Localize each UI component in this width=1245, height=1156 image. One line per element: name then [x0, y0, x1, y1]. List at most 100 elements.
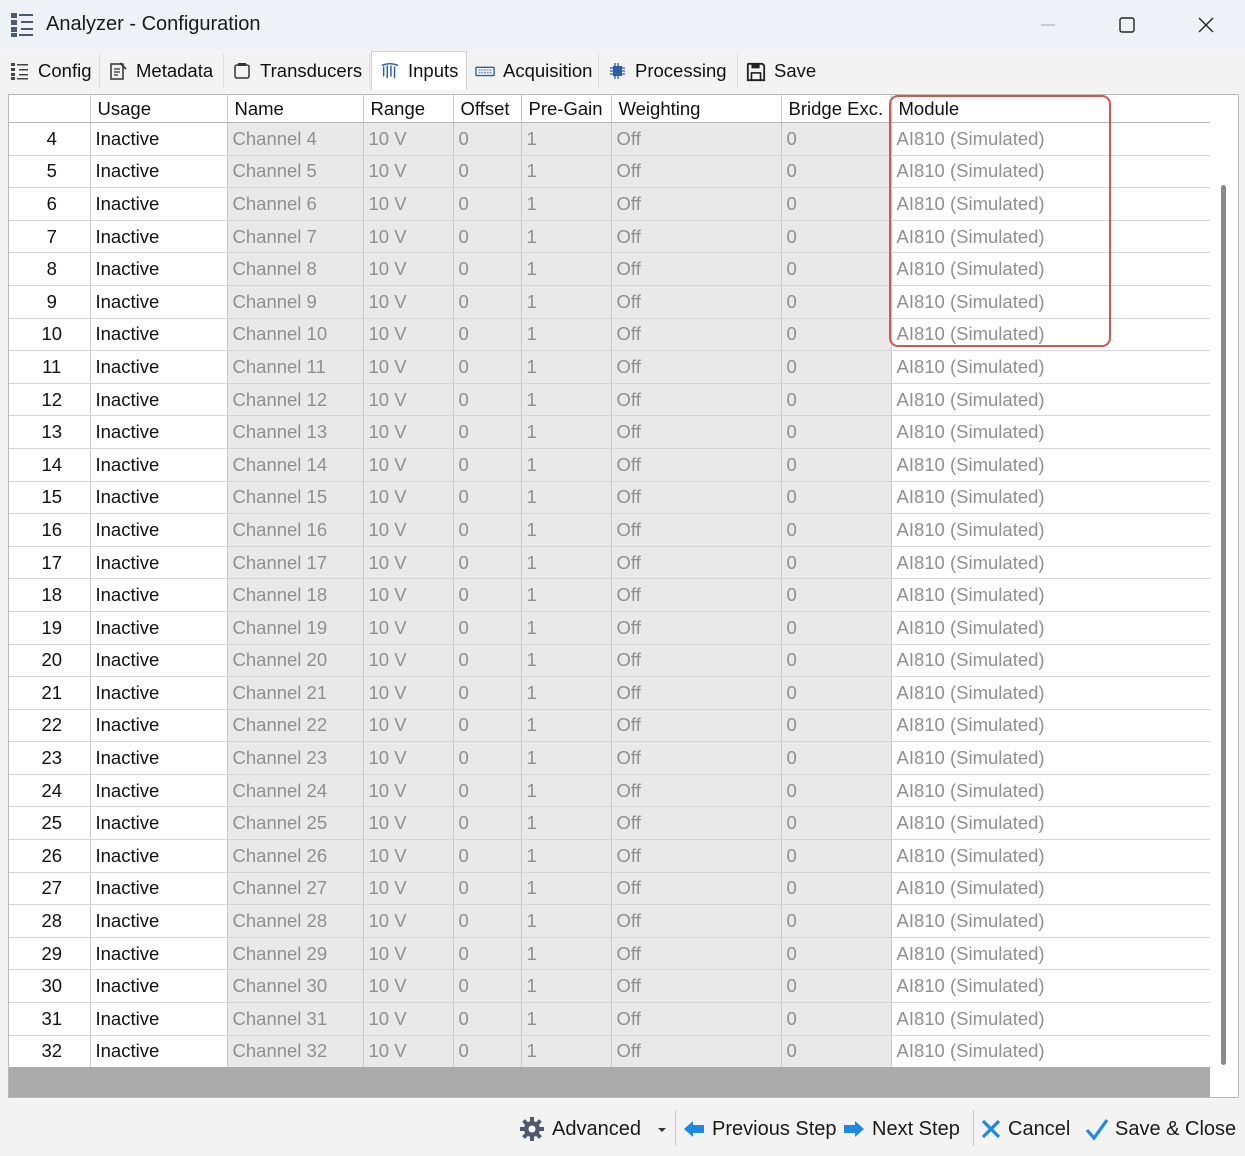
usage-cell[interactable]: Inactive: [90, 578, 228, 612]
name-cell[interactable]: Channel 6: [227, 187, 364, 221]
usage-cell[interactable]: Inactive: [90, 350, 228, 384]
pregain-cell[interactable]: 1: [521, 155, 612, 189]
weighting-cell[interactable]: Off: [611, 1035, 782, 1069]
range-cell[interactable]: 10 V: [363, 122, 454, 156]
offset-cell[interactable]: 0: [453, 741, 522, 775]
usage-cell[interactable]: Inactive: [90, 285, 228, 319]
offset-cell[interactable]: 0: [453, 578, 522, 612]
weighting-cell[interactable]: Off: [611, 741, 782, 775]
column-header-usage[interactable]: Usage: [90, 95, 228, 123]
name-cell[interactable]: Channel 13: [227, 415, 364, 449]
bridge-exc-cell[interactable]: 0: [781, 839, 892, 873]
module-cell[interactable]: AI810 (Simulated): [891, 350, 1211, 384]
usage-cell[interactable]: Inactive: [90, 187, 228, 221]
pregain-cell[interactable]: 1: [521, 220, 612, 254]
usage-cell[interactable]: Inactive: [90, 1002, 228, 1036]
weighting-cell[interactable]: Off: [611, 806, 782, 841]
weighting-cell[interactable]: Off: [611, 937, 782, 971]
save-close-button[interactable]: Save & Close: [1085, 1112, 1236, 1146]
bridge-exc-cell[interactable]: 0: [781, 872, 892, 906]
weighting-cell[interactable]: Off: [611, 578, 782, 612]
pregain-cell[interactable]: 1: [521, 904, 612, 938]
range-cell[interactable]: 10 V: [363, 546, 454, 580]
weighting-cell[interactable]: Off: [611, 415, 782, 449]
offset-cell[interactable]: 0: [453, 774, 522, 808]
offset-cell[interactable]: 0: [453, 448, 522, 482]
module-cell[interactable]: AI810 (Simulated): [891, 383, 1211, 417]
usage-cell[interactable]: Inactive: [90, 872, 228, 906]
pregain-cell[interactable]: 1: [521, 448, 612, 482]
table-row[interactable]: 32 Inactive Channel 32 10 V 0 1 Off 0 AI810 (Sim…: [9, 1035, 1211, 1069]
bridge-exc-cell[interactable]: 0: [781, 122, 892, 156]
bridge-exc-cell[interactable]: 0: [781, 644, 892, 678]
offset-cell[interactable]: 0: [453, 904, 522, 938]
range-cell[interactable]: 10 V: [363, 644, 454, 678]
bridge-exc-cell[interactable]: 0: [781, 350, 892, 384]
offset-cell[interactable]: 0: [453, 285, 522, 319]
offset-cell[interactable]: 0: [453, 839, 522, 873]
weighting-cell[interactable]: Off: [611, 481, 782, 515]
usage-cell[interactable]: Inactive: [90, 318, 228, 352]
range-cell[interactable]: 10 V: [363, 285, 454, 319]
bridge-exc-cell[interactable]: 0: [781, 969, 892, 1004]
range-cell[interactable]: 10 V: [363, 774, 454, 808]
bridge-exc-cell[interactable]: 0: [781, 937, 892, 971]
usage-cell[interactable]: Inactive: [90, 839, 228, 873]
column-header-range[interactable]: Range: [363, 95, 454, 123]
offset-cell[interactable]: 0: [453, 969, 522, 1004]
name-cell[interactable]: Channel 9: [227, 285, 364, 319]
weighting-cell[interactable]: Off: [611, 122, 782, 156]
bridge-exc-cell[interactable]: 0: [781, 513, 892, 547]
bridge-exc-cell[interactable]: 0: [781, 383, 892, 417]
usage-cell[interactable]: Inactive: [90, 448, 228, 482]
range-cell[interactable]: 10 V: [363, 448, 454, 482]
bridge-exc-cell[interactable]: 0: [781, 481, 892, 515]
offset-cell[interactable]: 0: [453, 546, 522, 580]
usage-cell[interactable]: Inactive: [90, 513, 228, 547]
bridge-exc-cell[interactable]: 0: [781, 1002, 892, 1036]
range-cell[interactable]: 10 V: [363, 578, 454, 612]
advanced-button[interactable]: Advanced: [518, 1112, 641, 1146]
pregain-cell[interactable]: 1: [521, 1035, 612, 1069]
usage-cell[interactable]: Inactive: [90, 806, 228, 841]
name-cell[interactable]: Channel 27: [227, 872, 364, 906]
name-cell[interactable]: Channel 8: [227, 252, 364, 286]
name-cell[interactable]: Channel 18: [227, 578, 364, 612]
bridge-exc-cell[interactable]: 0: [781, 285, 892, 319]
usage-cell[interactable]: Inactive: [90, 969, 228, 1004]
name-cell[interactable]: Channel 14: [227, 448, 364, 482]
name-cell[interactable]: Channel 24: [227, 774, 364, 808]
usage-cell[interactable]: Inactive: [90, 774, 228, 808]
bridge-exc-cell[interactable]: 0: [781, 676, 892, 710]
name-cell[interactable]: Channel 32: [227, 1035, 364, 1069]
weighting-cell[interactable]: Off: [611, 839, 782, 873]
name-cell[interactable]: Channel 5: [227, 155, 364, 189]
pregain-cell[interactable]: 1: [521, 806, 612, 841]
maximize-button[interactable]: [1087, 0, 1167, 50]
bridge-exc-cell[interactable]: 0: [781, 611, 892, 645]
module-cell[interactable]: AI810 (Simulated): [891, 741, 1211, 775]
range-cell[interactable]: 10 V: [363, 513, 454, 547]
pregain-cell[interactable]: 1: [521, 122, 612, 156]
bridge-exc-cell[interactable]: 0: [781, 578, 892, 612]
pregain-cell[interactable]: 1: [521, 350, 612, 384]
bridge-exc-cell[interactable]: 0: [781, 741, 892, 775]
range-cell[interactable]: 10 V: [363, 839, 454, 873]
name-cell[interactable]: Channel 30: [227, 969, 364, 1004]
tab-save[interactable]: Save: [738, 54, 830, 88]
pregain-cell[interactable]: 1: [521, 252, 612, 286]
pregain-cell[interactable]: 1: [521, 513, 612, 547]
name-cell[interactable]: Channel 20: [227, 644, 364, 678]
table-row[interactable]: 16 Inactive Channel 16 10 V 0 1 Off 0 AI810 (Sim…: [9, 513, 1211, 547]
offset-cell[interactable]: 0: [453, 1035, 522, 1069]
module-cell[interactable]: AI810 (Simulated): [891, 481, 1211, 515]
module-cell[interactable]: AI810 (Simulated): [891, 448, 1211, 482]
name-cell[interactable]: Channel 28: [227, 904, 364, 938]
bridge-exc-cell[interactable]: 0: [781, 709, 892, 743]
table-row[interactable]: 15 Inactive Channel 15 10 V 0 1 Off 0 AI810 (Sim…: [9, 481, 1211, 515]
range-cell[interactable]: 10 V: [363, 252, 454, 286]
usage-cell[interactable]: Inactive: [90, 644, 228, 678]
range-cell[interactable]: 10 V: [363, 872, 454, 906]
module-cell[interactable]: AI810 (Simulated): [891, 1002, 1211, 1036]
pregain-cell[interactable]: 1: [521, 839, 612, 873]
